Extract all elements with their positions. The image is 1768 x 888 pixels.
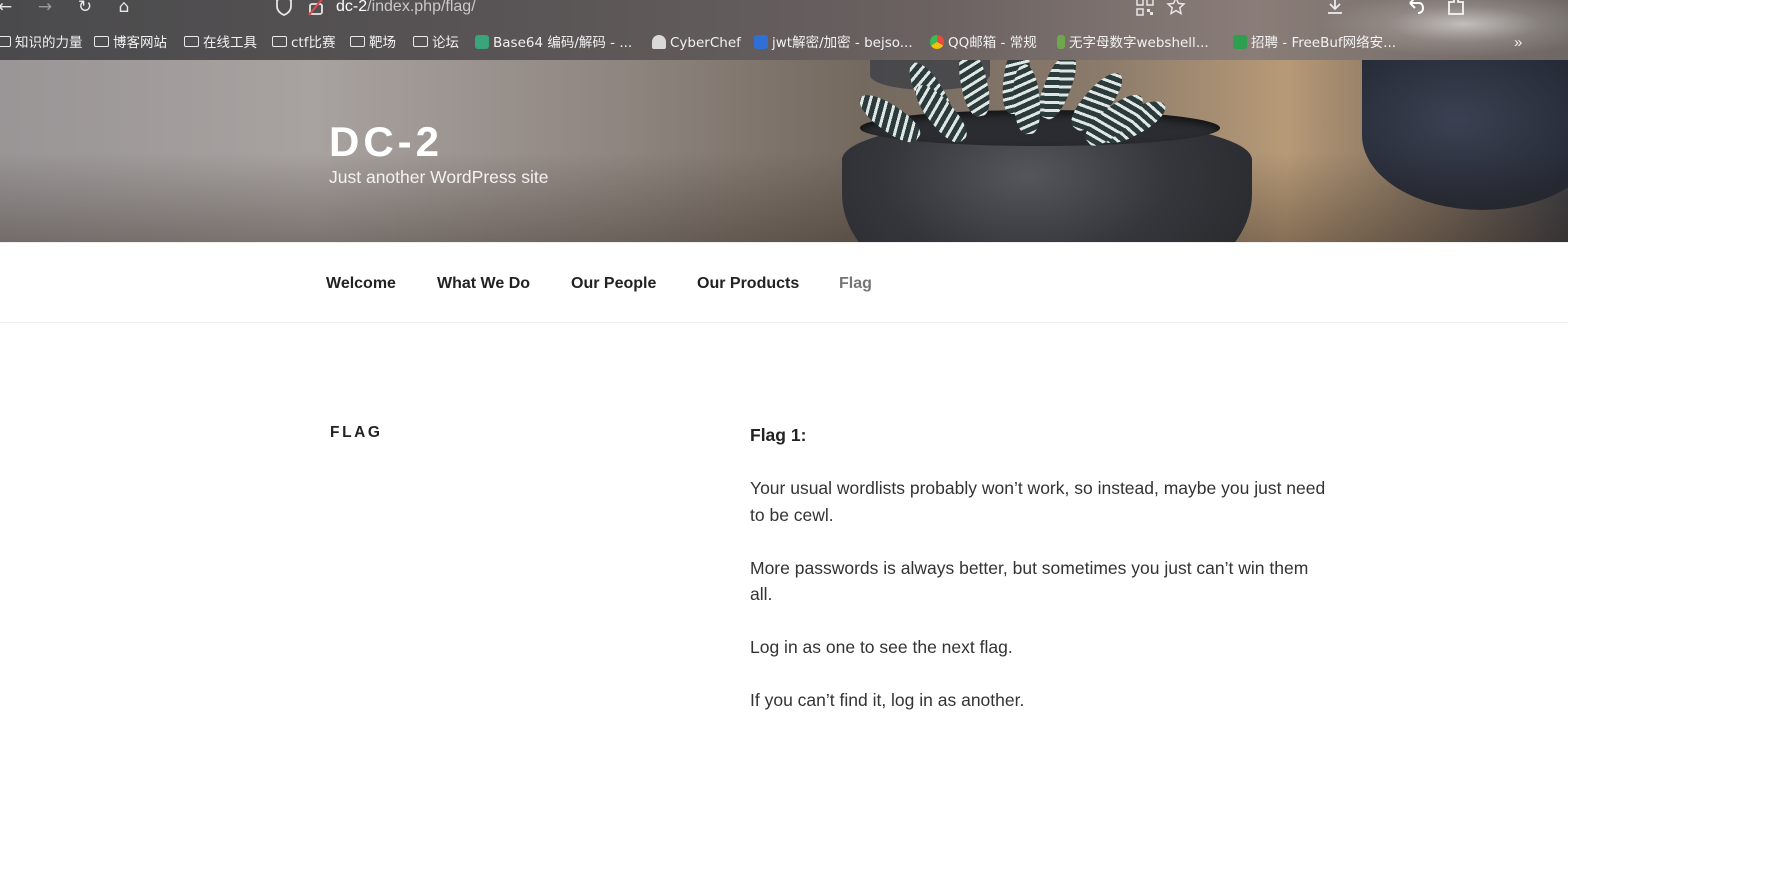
page-content: Flag 1: Your usual wordlists probably wo… [750, 422, 1330, 740]
chevron-right-icon[interactable]: » [1514, 30, 1522, 56]
bookmark-cyberchef[interactable]: CyberChef [652, 30, 741, 56]
header-image-shade [0, 152, 1568, 242]
folder-icon [272, 36, 287, 47]
folder-icon [350, 36, 365, 47]
bookmark-label: ctf比赛 [291, 35, 336, 51]
qr-code-icon[interactable] [1136, 0, 1154, 16]
bookmark-freebuf[interactable]: 招聘 - FreeBuf网络安... [1233, 30, 1396, 56]
bookmark-label: 论坛 [432, 35, 459, 51]
menu-item-our-people[interactable]: Our People [571, 273, 656, 295]
undo-icon[interactable] [1405, 0, 1425, 16]
base64-site-icon [475, 34, 489, 49]
bookmark-jwt[interactable]: jwt解密/加密 - bejso... [754, 30, 913, 56]
folder-icon [184, 36, 199, 47]
download-icon[interactable] [1326, 0, 1344, 16]
bookmark-label: 无字母数字webshell... [1069, 35, 1209, 51]
primary-menu: Welcome What We Do Our People Our Produc… [0, 242, 1568, 323]
bookmark-folder[interactable]: 知识的力量 [0, 30, 83, 56]
bookmark-folder[interactable]: ctf比赛 [272, 30, 335, 56]
folder-icon [413, 36, 428, 47]
home-button-icon[interactable]: ⌂ [113, 0, 135, 18]
bookmarks-bar: 知识的力量 博客网站 在线工具 ctf比赛 靶场 论坛 Base64 编码/解码… [0, 30, 1568, 56]
bookmark-label: QQ邮箱 - 常规 [948, 35, 1037, 51]
back-button-icon[interactable]: ← [0, 0, 16, 18]
bookmark-label: 招聘 - FreeBuf网络安... [1251, 35, 1397, 51]
bookmark-folder[interactable]: 靶场 [350, 30, 396, 56]
bookmark-folder[interactable]: 在线工具 [184, 30, 257, 56]
page-title: FLAG [330, 424, 383, 441]
chef-hat-icon [652, 34, 666, 49]
menu-item-our-products[interactable]: Our Products [697, 273, 799, 295]
bookmark-label: 知识的力量 [15, 35, 83, 51]
browser-toolbar: ← → ↻ ⌂ dc-2/index.php/flag/ 知识的力量 博客网站 … [0, 0, 1568, 60]
menu-item-what-we-do[interactable]: What We Do [437, 273, 530, 295]
url-path: /index.php/flag/ [367, 0, 476, 15]
reload-button-icon[interactable]: ↻ [74, 0, 96, 18]
menu-item-welcome[interactable]: Welcome [326, 273, 396, 295]
content-paragraph: Log in as one to see the next flag. [750, 637, 1013, 657]
content-paragraph: More passwords is always better, but som… [750, 557, 1309, 605]
bookmark-label: 在线工具 [203, 35, 257, 51]
bookmark-folder[interactable]: 博客网站 [94, 30, 167, 56]
bookmark-base64[interactable]: Base64 编码/解码 - ... [475, 30, 632, 56]
bookmark-qqmail[interactable]: QQ邮箱 - 常规 [930, 30, 1037, 56]
content-paragraph: If you can’t find it, log in as another. [750, 690, 1025, 710]
insecure-lock-icon[interactable] [308, 0, 324, 16]
bookmark-folder[interactable]: 论坛 [413, 30, 459, 56]
folder-icon [94, 36, 109, 47]
browser-nav-row: ← → ↻ ⌂ dc-2/index.php/flag/ [0, 0, 1568, 18]
site-header: DC-2 Just another WordPress site [0, 60, 1568, 242]
shield-icon[interactable] [275, 0, 293, 16]
jwt-site-icon [754, 34, 768, 49]
bookmark-label: Base64 编码/解码 - ... [493, 35, 633, 51]
qqmail-site-icon [930, 34, 944, 49]
forward-button-icon[interactable]: → [34, 0, 56, 18]
bookmark-label: CyberChef [670, 35, 741, 51]
bookmark-star-icon[interactable] [1166, 0, 1186, 16]
folder-icon [0, 36, 11, 47]
freebuf-site-icon [1233, 34, 1247, 49]
bookmark-webshell[interactable]: 无字母数字webshell... [1057, 30, 1209, 56]
menu-item-flag[interactable]: Flag [839, 273, 872, 295]
webshell-site-icon [1057, 34, 1065, 49]
address-bar[interactable]: dc-2/index.php/flag/ [336, 0, 476, 18]
flag-heading: Flag 1: [750, 425, 807, 445]
extensions-icon[interactable] [1446, 0, 1466, 16]
bookmark-label: 博客网站 [113, 35, 167, 51]
url-host: dc-2 [336, 0, 368, 15]
bookmark-label: 靶场 [369, 35, 396, 51]
site-tagline: Just another WordPress site [329, 167, 549, 187]
content-paragraph: Your usual wordlists probably won’t work… [750, 478, 1326, 525]
site-title[interactable]: DC-2 [329, 119, 443, 165]
bookmark-label: jwt解密/加密 - bejso... [772, 35, 913, 51]
